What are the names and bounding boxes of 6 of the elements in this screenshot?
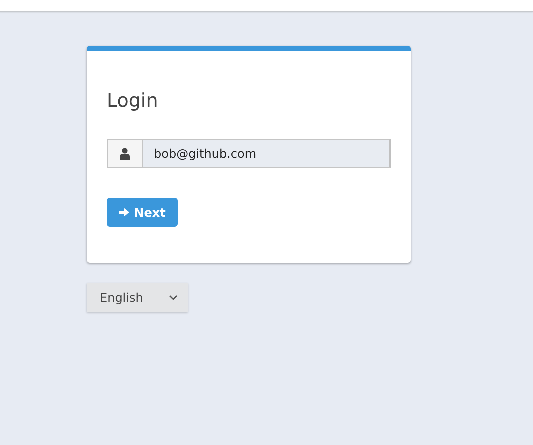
user-icon [120,148,130,160]
login-title: Login [107,89,158,113]
email-input[interactable]: bob@github.com [142,139,391,168]
arrow-right-icon [119,207,130,218]
chevron-down-icon [169,294,178,300]
language-select[interactable]: English [87,283,188,312]
